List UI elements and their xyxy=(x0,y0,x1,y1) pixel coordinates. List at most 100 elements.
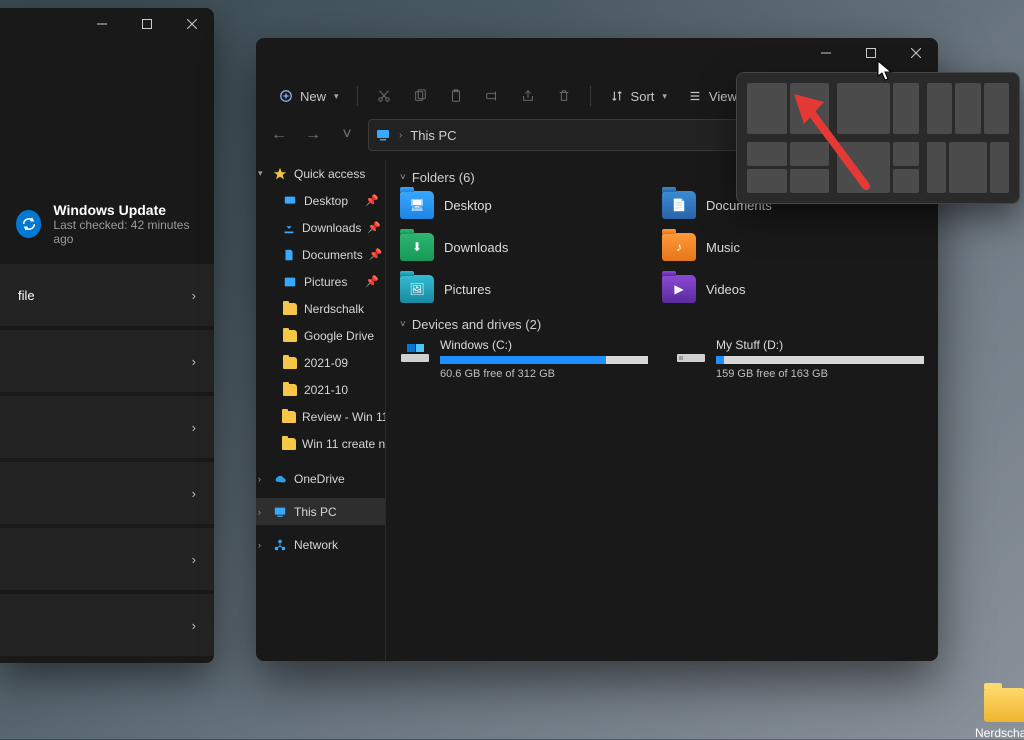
chevron-right-icon: › xyxy=(397,130,404,141)
sidebar-item-folder[interactable]: Win 11 create new xyxy=(256,430,385,457)
new-button[interactable]: New ▾ xyxy=(270,84,347,108)
separator xyxy=(357,86,358,106)
download-icon xyxy=(282,220,296,236)
folder-pictures[interactable]: 🖼Pictures xyxy=(400,275,662,303)
pc-icon xyxy=(272,504,288,520)
folder-downloads[interactable]: ⬇ Downloads xyxy=(400,233,662,261)
folder-icon xyxy=(282,409,296,425)
chevron-right-icon: › xyxy=(258,507,261,517)
pin-icon: 📌 xyxy=(365,194,379,207)
sidebar-item-pictures[interactable]: Pictures📌 xyxy=(256,268,385,295)
drive-icon xyxy=(400,338,430,364)
settings-window: Windows Update Last checked: 42 minutes … xyxy=(0,8,214,663)
document-icon xyxy=(282,247,296,263)
folder-icon xyxy=(282,328,298,344)
desktop-folder-nerdschalk[interactable]: Nerdschalk xyxy=(971,688,1024,740)
sidebar-item-label: Quick access xyxy=(294,167,365,181)
settings-list-item[interactable]: › xyxy=(0,594,214,656)
settings-list-item[interactable]: › xyxy=(0,528,214,590)
maximize-button[interactable] xyxy=(124,8,169,40)
trash-icon xyxy=(556,88,572,104)
sidebar-item-label: Win 11 create new xyxy=(302,437,386,451)
sidebar-quick-access[interactable]: ▾ Quick access xyxy=(256,160,385,187)
cut-button[interactable] xyxy=(368,84,400,108)
forward-button[interactable]: → xyxy=(300,126,326,144)
plus-circle-icon xyxy=(278,88,294,104)
folder-music[interactable]: ♪Music xyxy=(662,233,924,261)
new-button-label: New xyxy=(300,89,326,104)
chevron-down-icon: ▾ xyxy=(258,168,263,179)
settings-list-item[interactable]: › xyxy=(0,330,214,392)
drive-d[interactable]: My Stuff (D:) 159 GB free of 163 GB xyxy=(676,338,924,380)
folder-label: Desktop xyxy=(444,198,492,213)
windows-update-row[interactable]: Windows Update Last checked: 42 minutes … xyxy=(0,188,214,260)
settings-list-item[interactable]: › xyxy=(0,462,214,524)
pc-icon xyxy=(375,127,391,143)
rename-button[interactable] xyxy=(476,84,508,108)
close-button[interactable] xyxy=(169,8,214,40)
share-button[interactable] xyxy=(512,84,544,108)
copy-button[interactable] xyxy=(404,84,436,108)
up-button[interactable]: ˅ xyxy=(334,126,360,144)
minimize-button[interactable] xyxy=(803,38,848,68)
windows-update-subtitle: Last checked: 42 minutes ago xyxy=(53,218,198,246)
drive-c[interactable]: Windows (C:) 60.6 GB free of 312 GB xyxy=(400,338,648,380)
sidebar-onedrive[interactable]: ›OneDrive xyxy=(256,465,385,492)
folder-icon xyxy=(282,436,296,452)
folder-label: Downloads xyxy=(444,240,508,255)
document-icon: 📄 xyxy=(672,198,687,212)
desktop-icon xyxy=(282,193,298,209)
sort-button[interactable]: Sort ▾ xyxy=(601,84,675,108)
address-location: This PC xyxy=(410,128,456,143)
folder-desktop[interactable]: 🖥Desktop xyxy=(400,191,662,219)
back-button[interactable]: ← xyxy=(266,126,292,144)
sidebar-item-folder[interactable]: Nerdschalk xyxy=(256,295,385,322)
drive-free-label: 60.6 GB free of 312 GB xyxy=(440,368,648,380)
sidebar-item-label: 2021-10 xyxy=(304,383,348,397)
folder-label: Videos xyxy=(706,282,746,297)
chevron-down-icon: ▾ xyxy=(662,91,667,102)
snap-layout-center-wide[interactable] xyxy=(927,142,1009,193)
folder-videos[interactable]: ▶ Videos xyxy=(662,275,924,303)
settings-titlebar xyxy=(0,8,214,48)
network-icon xyxy=(272,537,288,553)
sidebar-item-folder[interactable]: 2021-10 xyxy=(256,376,385,403)
snap-layout-thirds[interactable] xyxy=(927,83,1009,134)
paste-icon xyxy=(448,88,464,104)
folder-icon xyxy=(282,301,298,317)
download-icon: ⬇ xyxy=(412,240,422,254)
chevron-right-icon: › xyxy=(192,354,196,369)
sidebar-item-folder[interactable]: Google Drive xyxy=(256,322,385,349)
star-icon xyxy=(272,166,288,182)
chevron-right-icon: › xyxy=(192,420,196,435)
sidebar-item-folder[interactable]: 2021-09 xyxy=(256,349,385,376)
pin-icon: 📌 xyxy=(369,248,383,261)
chevron-right-icon: › xyxy=(192,618,196,633)
sidebar-item-desktop[interactable]: Desktop📌 xyxy=(256,187,385,214)
drive-label: My Stuff (D:) xyxy=(716,338,924,352)
sidebar-item-label: Pictures xyxy=(304,275,347,289)
chevron-right-icon: › xyxy=(258,540,261,550)
delete-button[interactable] xyxy=(548,84,580,108)
sidebar-item-label: Nerdschalk xyxy=(304,302,364,316)
folder-icon xyxy=(282,355,298,371)
paste-button[interactable] xyxy=(440,84,472,108)
video-icon: ▶ xyxy=(674,282,683,296)
sidebar-this-pc[interactable]: ›This PC xyxy=(256,498,385,525)
sidebar-item-downloads[interactable]: Downloads📌 xyxy=(256,214,385,241)
sidebar-item-folder[interactable]: Review - Win 11 st xyxy=(256,403,385,430)
close-button[interactable] xyxy=(893,38,938,68)
minimize-button[interactable] xyxy=(79,8,124,40)
settings-list-item[interactable]: file› xyxy=(0,264,214,326)
drive-usage-bar xyxy=(440,356,648,364)
sidebar-item-label: 2021-09 xyxy=(304,356,348,370)
group-header-drives[interactable]: ˅Devices and drives (2) xyxy=(400,317,924,332)
folder-label: Music xyxy=(706,240,740,255)
rename-icon xyxy=(484,88,500,104)
sidebar-network[interactable]: ›Network xyxy=(256,531,385,558)
sidebar-item-label: Review - Win 11 st xyxy=(302,410,386,424)
settings-list-item[interactable]: › xyxy=(0,396,214,458)
sort-icon xyxy=(609,88,625,104)
sidebar-item-documents[interactable]: Documents📌 xyxy=(256,241,385,268)
settings-item-label: file xyxy=(18,288,35,303)
